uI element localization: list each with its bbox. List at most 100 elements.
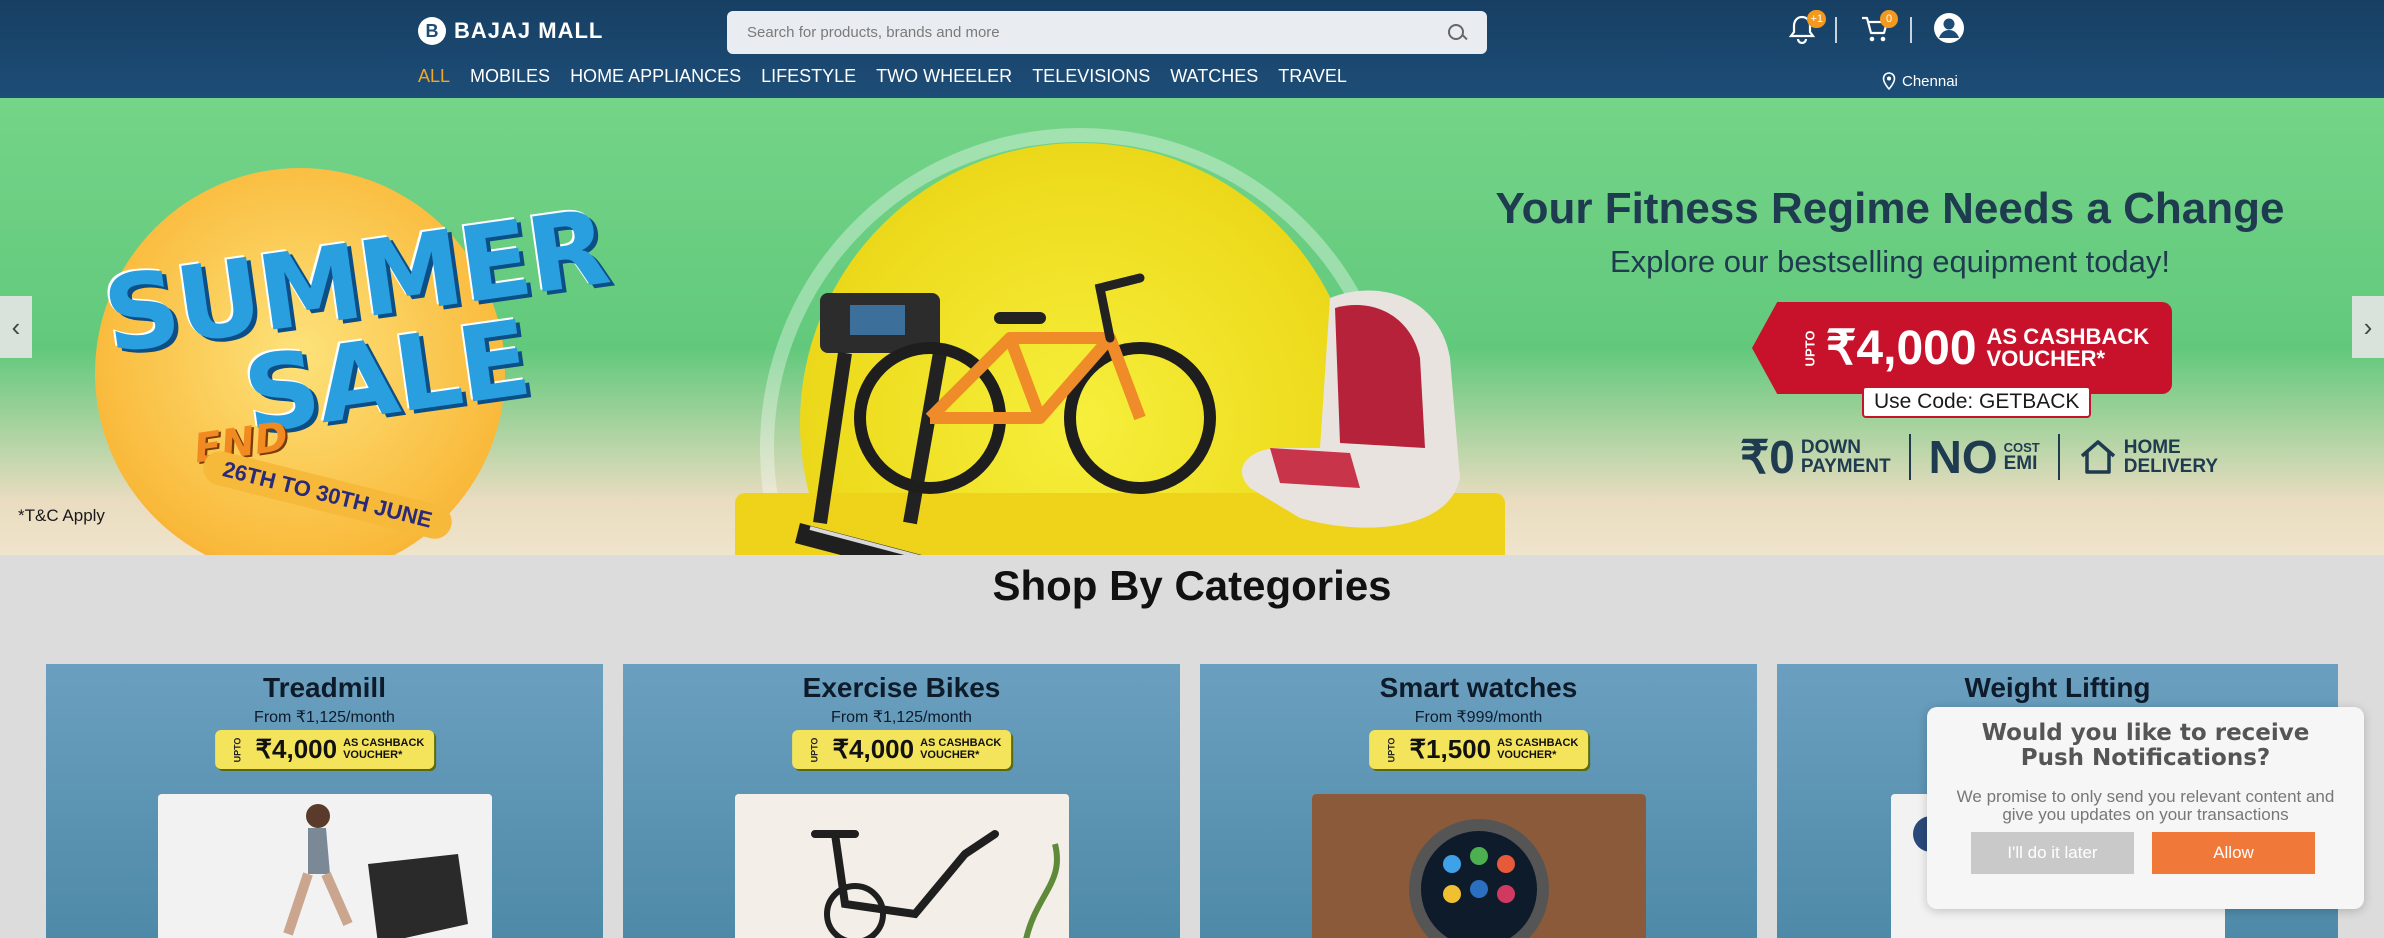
smart-watch-image [1311, 794, 1646, 938]
voucher-text: AS CASHBACK VOUCHER* [920, 736, 1002, 761]
exercise-bike-photo [734, 794, 1069, 938]
banner-subline: Explore our bestselling equipment today! [1609, 244, 2171, 279]
perk-2-line-2: EMI [2003, 453, 2038, 474]
exercise-bike-image [734, 794, 1069, 938]
cart-button[interactable]: 0 [1860, 10, 1898, 44]
perks-row: ₹0 DOWN PAYMENT NO COST EMI HOME DELIVER… [1740, 434, 2218, 480]
location-selector[interactable]: Chennai [1882, 72, 1958, 90]
nav-item-lifestyle[interactable]: LIFESTYLE [761, 66, 856, 87]
summer-sale-logo: SUMMER SALE END [97, 186, 615, 472]
voucher-line-1: AS CASHBACK [920, 736, 1002, 749]
category-card-smart-watches[interactable]: Smart watches From ₹999/month UPTO ₹1,50… [1200, 664, 1757, 938]
perk-2-big: NO [1928, 431, 1998, 483]
voucher-amount: ₹1,500 [1409, 734, 1492, 764]
search-placeholder: Search for products, brands and more [747, 24, 1000, 41]
chevron-left-icon: ‹ [11, 311, 21, 342]
perk-divider [1908, 434, 1911, 480]
category-name: Weight Lifting [1964, 672, 2151, 703]
search-input[interactable]: Search for products, brands and more [727, 11, 1487, 54]
voucher-text: AS CASHBACK VOUCHER* [1497, 736, 1579, 761]
push-prompt-body: We promise to only send you relevant con… [1956, 786, 2335, 825]
voucher-line-2: VOUCHER* [1497, 748, 1557, 761]
top-header: B BAJAJ MALL Search for products, brands… [0, 0, 2384, 98]
account-button[interactable] [1933, 12, 1965, 44]
later-button[interactable]: I'll do it later [1971, 832, 2134, 874]
logo-text: BAJAJ MALL [454, 18, 604, 43]
voucher-text-line-2: VOUCHER* [1986, 346, 2106, 371]
voucher-line-2: VOUCHER* [920, 748, 980, 761]
voucher-text: AS CASHBACK VOUCHER* [1987, 326, 2150, 370]
search-icon[interactable] [1447, 23, 1467, 43]
logo-mark: B [418, 17, 446, 45]
terms-note: *T&C Apply [18, 506, 105, 525]
push-prompt-title: Would you like to receive Push Notificat… [1981, 720, 2310, 772]
voucher-text-line-1: AS CASHBACK [1986, 324, 2150, 349]
category-card-exercise-bikes[interactable]: Exercise Bikes From ₹1,125/month UPTO ₹4… [623, 664, 1180, 938]
push-notification-prompt: Would you like to receive Push Notificat… [1927, 707, 2364, 909]
category-name: Treadmill [263, 672, 386, 703]
voucher-amount: ₹4,000 [255, 734, 338, 764]
allow-button[interactable]: Allow [2152, 832, 2315, 874]
chevron-right-icon: › [2363, 311, 2373, 342]
person-running-image [157, 794, 492, 938]
perk-zero-down-payment: ₹0 DOWN PAYMENT [1740, 434, 1891, 480]
section-title: Shop By Categories [992, 562, 1392, 609]
notifications-button[interactable]: +1 [1788, 10, 1826, 45]
perk-3-line-1: HOME [2123, 437, 2181, 458]
cashback-voucher-tag: UPTO ₹4,000 AS CASHBACK VOUCHER* [1752, 302, 2172, 394]
voucher-upto: UPTO [809, 737, 820, 762]
perk-1-big: ₹0 [1740, 431, 1795, 483]
voucher-line-1: AS CASHBACK [1497, 736, 1579, 749]
voucher-upto: UPTO [1802, 330, 1818, 366]
category-price: From ₹1,125/month [254, 709, 395, 726]
category-voucher: UPTO ₹4,000 AS CASHBACK VOUCHER* [214, 730, 435, 769]
perk-1-line-1: DOWN [1800, 437, 1862, 458]
voucher-amount: ₹4,000 [832, 734, 915, 764]
nav-item-watches[interactable]: WATCHES [1170, 66, 1258, 87]
category-nav: ALL MOBILES HOME APPLIANCES LIFESTYLE TW… [418, 66, 1347, 87]
perk-1-small: DOWN PAYMENT [1801, 438, 1891, 476]
banner-prev-button[interactable]: ‹ [0, 296, 32, 358]
category-price: From ₹999/month [1414, 709, 1543, 726]
notifications-badge: +1 [1807, 10, 1826, 28]
home-icon [2080, 440, 2115, 474]
category-voucher: UPTO ₹4,000 AS CASHBACK VOUCHER* [791, 730, 1012, 769]
massage-chair-image [1241, 290, 1460, 528]
banner-headline: Your Fitness Regime Needs a Change [1495, 184, 2285, 233]
bicycle-image [854, 273, 1216, 494]
nav-item-all[interactable]: ALL [418, 66, 450, 87]
cart-badge: 0 [1880, 10, 1898, 28]
category-name: Smart watches [1379, 672, 1578, 703]
push-prompt-actions: I'll do it later Allow [1971, 832, 2315, 874]
category-voucher: UPTO ₹1,500 AS CASHBACK VOUCHER* [1368, 730, 1589, 769]
nav-item-two-wheeler[interactable]: TWO WHEELER [876, 66, 1012, 87]
nav-item-travel[interactable]: TRAVEL [1278, 66, 1347, 87]
header-divider [1835, 17, 1837, 43]
banner-next-button[interactable]: › [2352, 296, 2384, 358]
bajaj-mall-logo[interactable]: B BAJAJ MALL [418, 16, 603, 46]
category-price: From ₹1,125/month [831, 709, 972, 726]
perk-divider [2057, 434, 2060, 480]
smart-watch-photo [1311, 794, 1646, 938]
voucher-line-2: VOUCHER* [343, 748, 403, 761]
promo-code: Use Code: GETBACK [1862, 386, 2092, 418]
location-label: Chennai [1902, 72, 1958, 90]
perk-3-small: HOME DELIVERY [2124, 438, 2218, 476]
voucher-upto: UPTO [232, 737, 243, 762]
perk-no-cost-emi: NO COST EMI [1929, 434, 2040, 480]
nav-item-televisions[interactable]: TELEVISIONS [1032, 66, 1150, 87]
voucher-text: AS CASHBACK VOUCHER* [343, 737, 424, 761]
nav-item-mobiles[interactable]: MOBILES [470, 66, 550, 87]
perk-1-line-2: PAYMENT [1800, 456, 1891, 477]
treadmill-photo [157, 794, 492, 938]
category-card-treadmill[interactable]: Treadmill From ₹1,125/month UPTO ₹4,000 … [46, 664, 603, 938]
voucher-upto: UPTO [1386, 737, 1397, 762]
category-name: Exercise Bikes [802, 672, 1001, 703]
perk-2-small: COST EMI [2004, 441, 2040, 473]
perk-3-line-2: DELIVERY [2123, 456, 2219, 477]
hero-banner[interactable]: SUMMER SALE END 26TH TO 30TH JUNE *T&C A… [0, 98, 2384, 555]
voucher-amount: ₹4,000 [1825, 322, 1977, 375]
header-divider [1910, 17, 1912, 43]
location-pin-icon [1882, 72, 1896, 90]
nav-item-home-appliances[interactable]: HOME APPLIANCES [570, 66, 741, 87]
